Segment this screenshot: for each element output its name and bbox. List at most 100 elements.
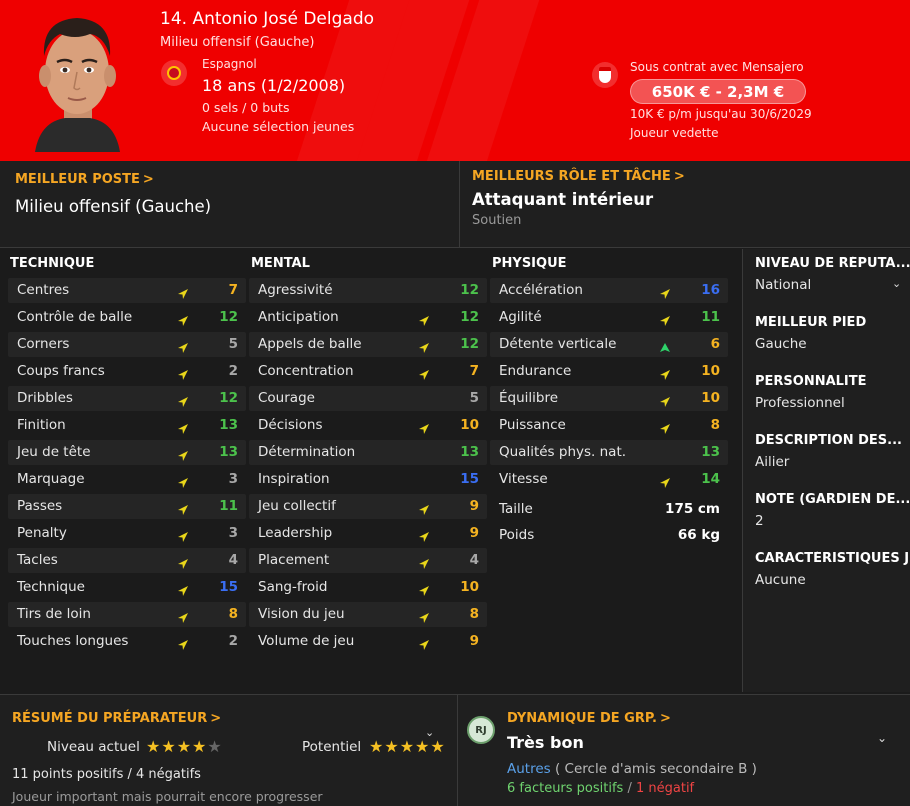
attribute-row[interactable]: Courage 5: [249, 386, 487, 411]
trend-up-icon: [177, 420, 189, 434]
social-group-link[interactable]: Autres: [507, 761, 551, 777]
attribute-label: Sang-froid: [258, 579, 328, 595]
current-ability-stars: ★ ★ ★ ★ ★: [146, 739, 222, 755]
attribute-row[interactable]: Jeu de tête 13: [8, 440, 246, 465]
attribute-value: 10: [701, 363, 720, 379]
chevron-down-icon[interactable]: ⌄: [892, 277, 901, 290]
attribute-label: Inspiration: [258, 471, 330, 487]
spain-flag-icon[interactable]: [161, 60, 187, 86]
club-badge-icon[interactable]: [592, 62, 618, 88]
physical-info-value: 175 cm: [665, 501, 720, 517]
attribute-row[interactable]: Volume de jeu 9: [249, 629, 487, 654]
attribute-value: 12: [219, 309, 238, 325]
info-item[interactable]: NIVEAU DE RÉPUTA... National ⌄: [755, 256, 910, 293]
attribute-row[interactable]: Centres 7: [8, 278, 246, 303]
best-position-panel: MEILLEUR POSTE > Milieu offensif (Gauche): [0, 161, 460, 248]
attribute-label: Détermination: [258, 444, 356, 460]
trend-up-green-icon: [659, 339, 671, 352]
coach-report-title[interactable]: RÉSUMÉ DU PRÉPARATEUR >: [12, 711, 221, 726]
attribute-label: Technique: [17, 579, 85, 595]
attribute-row[interactable]: Agressivité 12: [249, 278, 487, 303]
attribute-row[interactable]: Accélération 16: [490, 278, 728, 303]
attribute-row[interactable]: Équilibre 10: [490, 386, 728, 411]
physical-info-label: Taille: [499, 501, 533, 517]
column-title: TECHNIQUE: [10, 256, 95, 271]
dynamics-factors: 6 facteurs positifs / 1 négatif: [507, 781, 695, 796]
attribute-row[interactable]: Décisions 10: [249, 413, 487, 438]
attribute-value: 12: [460, 309, 479, 325]
attribute-value: 13: [460, 444, 479, 460]
attribute-row[interactable]: Détente verticale 6: [490, 332, 728, 357]
attribute-label: Jeu de tête: [17, 444, 91, 460]
attribute-label: Détente verticale: [499, 336, 617, 352]
attribute-row[interactable]: Penalty 3: [8, 521, 246, 546]
attribute-row[interactable]: Inspiration 15: [249, 467, 487, 492]
potential-ability-label: Potentiel: [302, 739, 362, 755]
trend-up-icon: [659, 366, 671, 380]
trend-up-icon: [177, 474, 189, 488]
attribute-label: Décisions: [258, 417, 323, 433]
attribute-label: Concentration: [258, 363, 354, 379]
attribute-row[interactable]: Finition 13: [8, 413, 246, 438]
negative-factors[interactable]: 1 négatif: [636, 781, 694, 796]
attribute-row[interactable]: Marquage 3: [8, 467, 246, 492]
info-item-value: Professionnel: [755, 395, 845, 411]
team-dynamics-title[interactable]: DYNAMIQUE DE GRP. >: [507, 711, 671, 726]
attribute-label: Centres: [17, 282, 70, 298]
info-item[interactable]: PERSONNALITÉ Professionnel: [755, 374, 910, 411]
attribute-value: 8: [710, 417, 720, 433]
attribute-row[interactable]: Endurance 10: [490, 359, 728, 384]
avatar[interactable]: RJ: [467, 716, 495, 744]
attribute-row[interactable]: Sang-froid 10: [249, 575, 487, 600]
info-item[interactable]: MEILLEUR PIED Gauche: [755, 315, 910, 352]
attribute-row[interactable]: Leadership 9: [249, 521, 487, 546]
player-portrait: [35, 18, 120, 152]
info-item[interactable]: DESCRIPTION DES... Ailier: [755, 433, 910, 470]
attribute-label: Vision du jeu: [258, 606, 345, 622]
attribute-value: 8: [469, 606, 479, 622]
attribute-row[interactable]: Appels de balle 12: [249, 332, 487, 357]
attribute-row[interactable]: Jeu collectif 9: [249, 494, 487, 519]
attribute-row[interactable]: Anticipation 12: [249, 305, 487, 330]
attribute-value: 2: [228, 633, 238, 649]
best-role-title[interactable]: MEILLEURS RÔLE ET TÂCHE >: [472, 169, 685, 184]
attribute-row[interactable]: Agilité 11: [490, 305, 728, 330]
best-role-panel: MEILLEURS RÔLE ET TÂCHE > Attaquant intér…: [460, 161, 910, 248]
attribute-row[interactable]: Détermination 13: [249, 440, 487, 465]
attribute-row[interactable]: Passes 11: [8, 494, 246, 519]
attribute-value: 5: [228, 336, 238, 352]
attribute-row[interactable]: Contrôle de balle 12: [8, 305, 246, 330]
chevron-down-icon[interactable]: ⌄: [425, 726, 434, 739]
transfer-value-badge[interactable]: 650K € - 2,3M €: [630, 79, 806, 104]
trend-up-icon: [177, 339, 189, 353]
attribute-row[interactable]: Placement 4: [249, 548, 487, 573]
best-position-title[interactable]: MEILLEUR POSTE >: [15, 172, 154, 187]
positive-factors[interactable]: 6 facteurs positifs: [507, 781, 623, 796]
attribute-row[interactable]: Tacles 4: [8, 548, 246, 573]
trend-up-icon: [418, 555, 430, 569]
attribute-value: 15: [219, 579, 238, 595]
attribute-label: Contrôle de balle: [17, 309, 133, 325]
attribute-row[interactable]: Dribbles 12: [8, 386, 246, 411]
info-item[interactable]: NOTE (GARDIEN DE... 2: [755, 492, 910, 529]
attribute-row[interactable]: Puissance 8: [490, 413, 728, 438]
physical-info-value: 66 kg: [677, 527, 720, 543]
attribute-row[interactable]: Vitesse 14: [490, 467, 728, 492]
attribute-row[interactable]: Corners 5: [8, 332, 246, 357]
attribute-row[interactable]: Qualités phys. nat. 13: [490, 440, 728, 465]
attribute-label: Corners: [17, 336, 70, 352]
attribute-row[interactable]: Touches longues 2: [8, 629, 246, 654]
column-title: MENTAL: [251, 256, 310, 271]
attribute-value: 6: [710, 336, 720, 352]
attribute-row[interactable]: Technique 15: [8, 575, 246, 600]
attribute-row[interactable]: Vision du jeu 8: [249, 602, 487, 627]
attribute-label: Touches longues: [17, 633, 129, 649]
attribute-row[interactable]: Tirs de loin 8: [8, 602, 246, 627]
star-icon: ★: [399, 737, 415, 756]
chevron-down-icon[interactable]: ⌄: [877, 731, 887, 745]
attribute-row[interactable]: Coups francs 2: [8, 359, 246, 384]
contract-club[interactable]: Sous contrat avec Mensajero: [630, 60, 804, 74]
info-item[interactable]: CARACTÉRISTIQUES J Aucune: [755, 551, 910, 588]
attribute-value: 12: [219, 390, 238, 406]
attribute-row[interactable]: Concentration 7: [249, 359, 487, 384]
